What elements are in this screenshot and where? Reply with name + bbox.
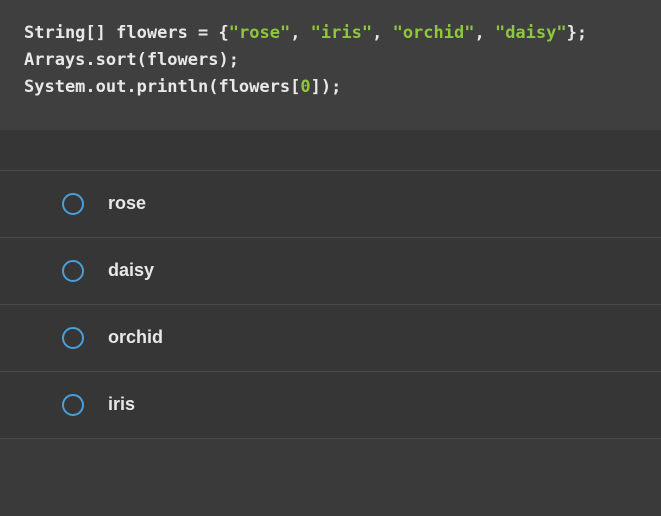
code-block: String[] flowers = {"rose", "iris", "orc… [0,0,661,130]
code-token: System.out.println(flowers[ [24,77,300,97]
code-token: [] [85,23,105,43]
option-row[interactable]: iris [0,371,661,439]
code-token: flowers [116,23,188,43]
code-token: String [24,23,85,43]
code-token: "iris" [311,23,372,43]
code-line-1: String[] flowers = {"rose", "iris", "orc… [24,20,637,47]
code-line-2: Arrays.sort(flowers); [24,47,637,74]
code-token: "rose" [229,23,290,43]
radio-icon[interactable] [62,394,84,416]
code-token: }; [567,23,587,43]
option-row[interactable]: rose [0,170,661,237]
option-label: iris [108,394,135,415]
option-label: rose [108,193,146,214]
radio-icon[interactable] [62,327,84,349]
code-token: "daisy" [495,23,567,43]
code-token: = { [188,23,229,43]
option-label: orchid [108,327,163,348]
code-token: , [290,23,310,43]
code-token: Arrays.sort(flowers); [24,50,239,70]
option-label: daisy [108,260,154,281]
option-row[interactable]: orchid [0,304,661,371]
code-token: 0 [300,77,310,97]
code-token: , [372,23,392,43]
code-token: "orchid" [393,23,475,43]
code-token: ]); [311,77,342,97]
radio-icon[interactable] [62,193,84,215]
radio-icon[interactable] [62,260,84,282]
option-row[interactable]: daisy [0,237,661,304]
code-token [106,23,116,43]
code-token: , [474,23,494,43]
answer-options: rose daisy orchid iris [0,130,661,439]
code-line-3: System.out.println(flowers[0]); [24,74,637,101]
